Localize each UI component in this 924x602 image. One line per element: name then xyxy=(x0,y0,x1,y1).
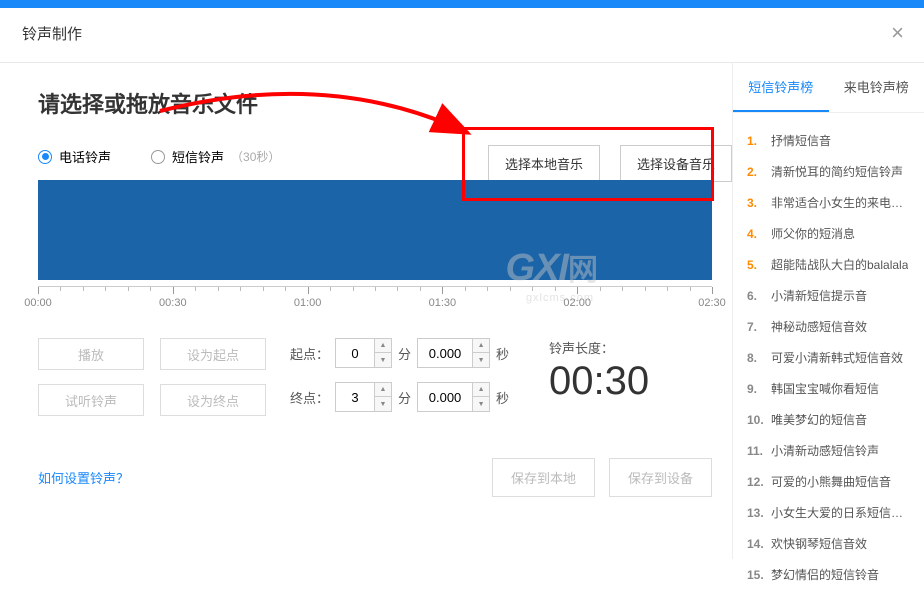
chevron-down-icon[interactable]: ▼ xyxy=(473,397,489,411)
tick-label: 00:00 xyxy=(24,297,52,309)
rank-item[interactable]: 13. 小女生大爱的日系短信铃声 xyxy=(747,497,910,528)
end-second-stepper[interactable]: ▲▼ xyxy=(417,382,490,412)
chevron-up-icon[interactable]: ▲ xyxy=(375,339,391,353)
start-minute-stepper[interactable]: ▲▼ xyxy=(335,338,392,368)
radio-icon xyxy=(151,150,165,164)
rank-item[interactable]: 1. 抒情短信音 xyxy=(747,125,910,156)
select-device-music-button[interactable]: 选择设备音乐 xyxy=(620,145,732,182)
rank-number: 3. xyxy=(747,196,765,210)
radio-tip: （30秒） xyxy=(231,148,280,165)
play-button[interactable]: 播放 xyxy=(38,338,144,370)
rank-item[interactable]: 15. 梦幻情侣的短信铃音 xyxy=(747,559,910,590)
rank-item[interactable]: 7. 神秘动感短信音效 xyxy=(747,311,910,342)
rank-number: 15. xyxy=(747,568,765,582)
tick-label: 02:30 xyxy=(698,297,726,309)
radio-icon xyxy=(38,150,52,164)
help-link[interactable]: 如何设置铃声？ xyxy=(38,468,129,487)
end-second-input[interactable] xyxy=(418,383,472,411)
rank-text: 可爱的小熊舞曲短信音 xyxy=(771,473,891,490)
rank-list: 1. 抒情短信音 2. 清新悦耳的简约短信铃声 3. 非常适合小女生的来电炫彩... 4. 师… xyxy=(733,113,924,602)
set-end-button[interactable]: 设为终点 xyxy=(160,384,266,416)
tick-label: 00:30 xyxy=(159,297,187,309)
rank-text: 神秘动感短信音效 xyxy=(771,318,867,335)
rank-item[interactable]: 5. 超能陆战队大白的balalala xyxy=(747,249,910,280)
sidebar: 短信铃声榜 来电铃声榜 1. 抒情短信音 2. 清新悦耳的简约短信铃声 3. 非常适合小女… xyxy=(732,63,924,559)
radio-sms-ringtone[interactable]: 短信铃声 （30秒） xyxy=(151,147,280,166)
end-minute-input[interactable] xyxy=(336,383,374,411)
rank-item[interactable]: 2. 清新悦耳的简约短信铃声 xyxy=(747,156,910,187)
rank-number: 13. xyxy=(747,506,765,520)
preview-button[interactable]: 试听铃声 xyxy=(38,384,144,416)
rank-text: 可爱小清新韩式短信音效 xyxy=(771,349,903,366)
chevron-down-icon[interactable]: ▼ xyxy=(375,353,391,367)
rank-text: 超能陆战队大白的balalala xyxy=(771,256,908,273)
chevron-up-icon[interactable]: ▲ xyxy=(375,383,391,397)
rank-text: 清新悦耳的简约短信铃声 xyxy=(771,163,903,180)
rank-text: 非常适合小女生的来电炫彩... xyxy=(771,194,910,211)
chevron-down-icon[interactable]: ▼ xyxy=(375,397,391,411)
rank-item[interactable]: 3. 非常适合小女生的来电炫彩... xyxy=(747,187,910,218)
end-label: 终点： xyxy=(290,388,329,407)
rank-number: 11. xyxy=(747,444,765,458)
watermark: GXI网 xyxy=(506,245,597,290)
start-second-input[interactable] xyxy=(418,339,472,367)
rank-text: 欢快钢琴短信音效 xyxy=(771,535,867,552)
rank-item[interactable]: 8. 可爱小清新韩式短信音效 xyxy=(747,342,910,373)
rank-number: 1. xyxy=(747,134,765,148)
rank-text: 梦幻情侣的短信铃音 xyxy=(771,566,879,583)
rank-number: 6. xyxy=(747,289,765,303)
tick-label: 01:00 xyxy=(294,297,322,309)
rank-item[interactable]: 4. 师父你的短消息 xyxy=(747,218,910,249)
rank-number: 5. xyxy=(747,258,765,272)
rank-item[interactable]: 11. 小清新动感短信铃声 xyxy=(747,435,910,466)
rank-number: 10. xyxy=(747,413,765,427)
radio-phone-ringtone[interactable]: 电话铃声 xyxy=(38,147,111,166)
rank-text: 抒情短信音 xyxy=(771,132,831,149)
rank-item[interactable]: 6. 小清新短信提示音 xyxy=(747,280,910,311)
rank-text: 师父你的短消息 xyxy=(771,225,855,242)
rank-text: 小女生大爱的日系短信铃声 xyxy=(771,504,910,521)
start-second-stepper[interactable]: ▲▼ xyxy=(417,338,490,368)
rank-item[interactable]: 9. 韩国宝宝喊你看短信 xyxy=(747,373,910,404)
tick-label: 02:00 xyxy=(563,297,591,309)
tick-label: 01:30 xyxy=(429,297,457,309)
rank-item[interactable]: 10. 唯美梦幻的短信音 xyxy=(747,404,910,435)
rank-number: 14. xyxy=(747,537,765,551)
rank-item[interactable]: 14. 欢快钢琴短信音效 xyxy=(747,528,910,559)
waveform-display[interactable]: GXI网 gxlcms.com xyxy=(38,180,712,280)
chevron-up-icon[interactable]: ▲ xyxy=(473,339,489,353)
start-minute-input[interactable] xyxy=(336,339,374,367)
radio-label: 电话铃声 xyxy=(59,147,111,166)
end-minute-stepper[interactable]: ▲▼ xyxy=(335,382,392,412)
rank-text: 小清新短信提示音 xyxy=(771,287,867,304)
timeline-ruler: 00:0000:3001:0001:3002:0002:30 xyxy=(38,286,712,308)
rank-text: 韩国宝宝喊你看短信 xyxy=(771,380,879,397)
select-local-music-button[interactable]: 选择本地音乐 xyxy=(488,145,600,182)
rank-number: 2. xyxy=(747,165,765,179)
start-label: 起点： xyxy=(290,344,329,363)
set-start-button[interactable]: 设为起点 xyxy=(160,338,266,370)
tab-call-rank[interactable]: 来电铃声榜 xyxy=(829,63,924,112)
main-panel: 请选择或拖放音乐文件 选择本地音乐 选择设备音乐 电话铃声 短信铃声 （30秒）… xyxy=(0,63,732,559)
rank-text: 小清新动感短信铃声 xyxy=(771,442,879,459)
save-device-button[interactable]: 保存到设备 xyxy=(609,458,712,497)
save-local-button[interactable]: 保存到本地 xyxy=(492,458,595,497)
duration-value: 00:30 xyxy=(549,359,649,404)
radio-label: 短信铃声 xyxy=(172,147,224,166)
rank-number: 9. xyxy=(747,382,765,396)
rank-number: 8. xyxy=(747,351,765,365)
chevron-up-icon[interactable]: ▲ xyxy=(473,383,489,397)
page-title: 铃声制作 xyxy=(22,23,82,44)
rank-item[interactable]: 12. 可爱的小熊舞曲短信音 xyxy=(747,466,910,497)
rank-number: 4. xyxy=(747,227,765,241)
header: 铃声制作 × xyxy=(0,8,924,63)
rank-text: 唯美梦幻的短信音 xyxy=(771,411,867,428)
tab-sms-rank[interactable]: 短信铃声榜 xyxy=(733,63,829,112)
rank-number: 7. xyxy=(747,320,765,334)
main-title: 请选择或拖放音乐文件 xyxy=(38,87,712,119)
rank-number: 12. xyxy=(747,475,765,489)
duration-label: 铃声长度： xyxy=(549,338,649,357)
chevron-down-icon[interactable]: ▼ xyxy=(473,353,489,367)
close-icon[interactable]: × xyxy=(891,20,904,46)
